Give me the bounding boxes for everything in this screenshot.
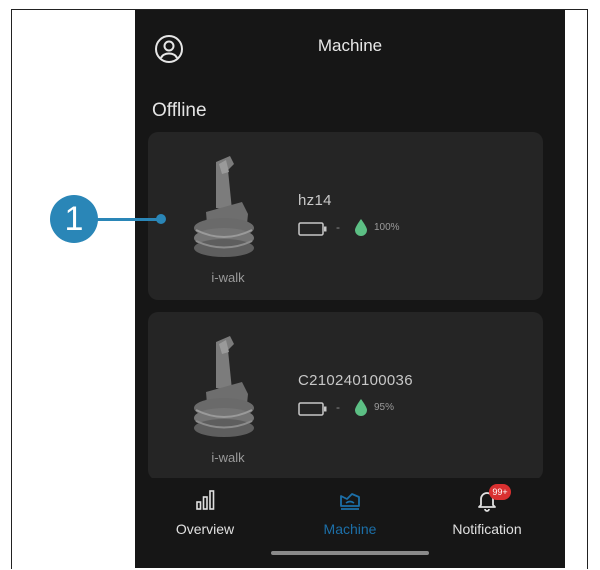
nav-label-notification: Notification — [452, 521, 522, 537]
robot-image — [194, 336, 254, 437]
water-drop-icon — [355, 399, 367, 416]
machine-card[interactable]: i-walk C210240100036 - 95% — [148, 312, 543, 480]
machine-card[interactable]: i-walk hz14 - 100% — [148, 132, 543, 300]
machine-icon — [340, 493, 360, 510]
notification-badge: 99+ — [489, 484, 511, 500]
home-indicator[interactable] — [271, 551, 429, 555]
bar-chart-icon — [196, 490, 215, 510]
section-title-offline: Offline — [152, 100, 207, 121]
battery-value: - — [336, 220, 340, 234]
nav-label-machine: Machine — [323, 521, 377, 537]
robot-image — [194, 156, 254, 257]
machine-name: hz14 — [298, 192, 332, 209]
battery-icon — [298, 222, 327, 236]
bell-wrapper: 99+ — [475, 484, 511, 512]
callout-dot — [156, 214, 166, 224]
page-title: Machine — [317, 36, 383, 55]
battery-icon — [298, 402, 327, 416]
app-header: Machine — [135, 10, 565, 84]
phone-screen: Machine Offline i-walk hz14 - 100% i-wal… — [135, 10, 565, 568]
water-percent: 95% — [374, 402, 395, 413]
machine-model: i-walk — [211, 450, 245, 465]
machine-model: i-walk — [211, 270, 245, 285]
machine-name: C210240100036 — [298, 372, 413, 389]
callout-number: 1 — [50, 195, 98, 243]
water-percent: 100% — [374, 222, 400, 233]
nav-label-overview: Overview — [175, 521, 235, 537]
nav-machine[interactable]: Machine — [290, 488, 410, 537]
callout-line — [96, 218, 162, 221]
bottom-nav: Overview Machine 99+ Notification — [135, 478, 565, 568]
nav-notification[interactable]: 99+ Notification — [427, 484, 547, 537]
water-drop-icon — [355, 219, 367, 236]
battery-value: - — [336, 400, 340, 414]
nav-overview[interactable]: Overview — [145, 488, 265, 537]
